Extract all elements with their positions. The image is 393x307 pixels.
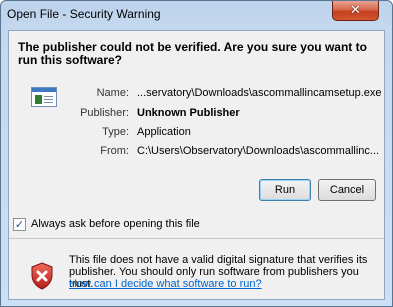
close-button[interactable]: ✕ bbox=[332, 1, 379, 21]
shield-x-icon bbox=[31, 262, 53, 290]
title-bar[interactable]: Open File - Security Warning ✕ bbox=[1, 1, 392, 29]
application-icon bbox=[31, 87, 57, 107]
always-ask-label[interactable]: Always ask before opening this file bbox=[31, 218, 200, 230]
security-warning-window: Open File - Security Warning ✕ The publi… bbox=[0, 0, 393, 307]
type-label: Type: bbox=[102, 126, 129, 138]
type-value: Application bbox=[137, 126, 191, 138]
warning-section: This file does not have a valid digital … bbox=[9, 239, 384, 299]
window-title: Open File - Security Warning bbox=[7, 7, 161, 21]
from-value: C:\Users\Observatory\Downloads\ascommall… bbox=[137, 145, 380, 157]
close-icon: ✕ bbox=[350, 3, 361, 18]
always-ask-row[interactable]: ✓ Always ask before opening this file bbox=[13, 216, 200, 232]
name-value: ...servatory\Downloads\ascommallincamset… bbox=[137, 87, 382, 99]
always-ask-checkbox[interactable]: ✓ bbox=[13, 217, 26, 231]
run-button[interactable]: Run bbox=[259, 179, 311, 201]
from-label: From: bbox=[100, 145, 129, 157]
cancel-button[interactable]: Cancel bbox=[318, 179, 376, 201]
publisher-value: Unknown Publisher bbox=[137, 107, 240, 119]
dialog-content: The publisher could not be verified. Are… bbox=[8, 30, 385, 300]
dialog-top-section: The publisher could not be verified. Are… bbox=[9, 31, 384, 205]
name-label: Name: bbox=[96, 87, 129, 99]
help-link[interactable]: How can I decide what software to run? bbox=[69, 278, 262, 290]
dialog-headline: The publisher could not be verified. Are… bbox=[18, 40, 367, 67]
publisher-label: Publisher: bbox=[80, 107, 129, 119]
